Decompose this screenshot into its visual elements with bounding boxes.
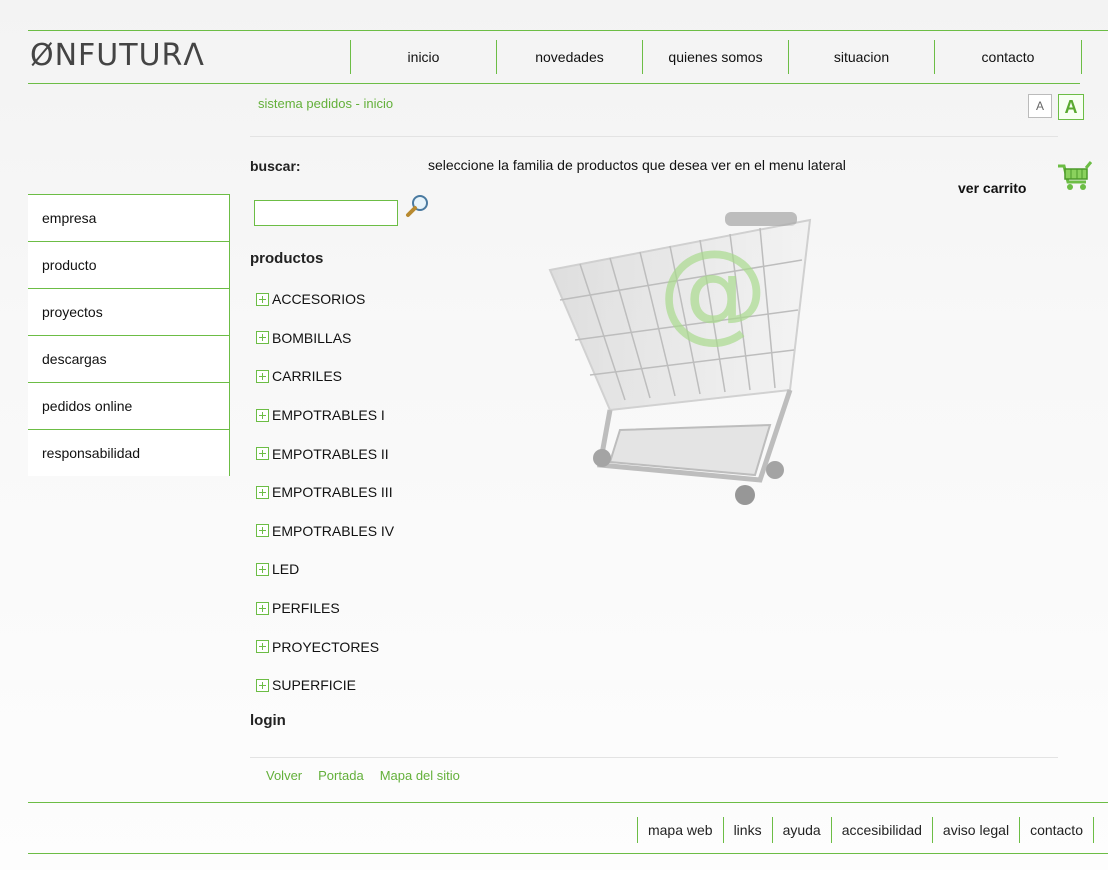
product-family-perfiles[interactable]: PERFILES: [256, 589, 394, 628]
expand-icon[interactable]: [256, 447, 269, 461]
search-input[interactable]: [254, 200, 398, 226]
product-family-empotrables-iv[interactable]: EMPOTRABLES IV: [256, 512, 394, 551]
product-family-label: PERFILES: [272, 600, 340, 617]
product-family-label: ACCESORIOS: [272, 291, 366, 308]
sidebar-item-descargas[interactable]: descargas: [28, 335, 230, 382]
decrease-font-button[interactable]: A: [1028, 94, 1052, 118]
sidebar-item-pedidos-online[interactable]: pedidos online: [28, 382, 230, 429]
footer-divider: [250, 757, 1058, 758]
content-divider: [250, 136, 1058, 137]
products-title: productos: [250, 250, 324, 267]
sitemap-link[interactable]: Mapa del sitio: [380, 768, 460, 783]
product-family-label: CARRILES: [272, 368, 343, 385]
product-family-superficie[interactable]: SUPERFICIE: [256, 666, 394, 705]
product-family-label: EMPOTRABLES IV: [272, 522, 395, 539]
bottom-divider-top: [28, 802, 1108, 803]
expand-icon[interactable]: [256, 331, 269, 345]
sidebar-item-proyectos[interactable]: proyectos: [28, 288, 230, 335]
bottom-divider-bottom: [28, 853, 1108, 854]
product-family-empotrables-i[interactable]: EMPOTRABLES I: [256, 396, 394, 435]
shopping-cart-icon[interactable]: [1056, 160, 1093, 192]
product-family-proyectores[interactable]: PROYECTORES: [256, 627, 394, 666]
footer-links: Volver Portada Mapa del sitio: [266, 768, 460, 783]
top-nav: inicio novedades quienes somos situacion…: [350, 40, 1082, 74]
nav-novedades[interactable]: novedades: [496, 40, 642, 74]
nav-contacto[interactable]: contacto: [934, 40, 1082, 74]
product-family-label: SUPERFICIE: [272, 677, 357, 694]
bottom-nav-links[interactable]: links: [722, 817, 772, 843]
instruction-text: seleccione la familia de productos que d…: [428, 157, 846, 173]
sidebar-item-producto[interactable]: producto: [28, 241, 230, 288]
nav-inicio[interactable]: inicio: [350, 40, 496, 74]
view-cart-link[interactable]: ver carrito: [958, 180, 1026, 196]
font-size-controls: A A: [1028, 94, 1084, 120]
bottom-nav: mapa web links ayuda accesibilidad aviso…: [636, 817, 1094, 843]
sidebar-item-responsabilidad[interactable]: responsabilidad: [28, 429, 230, 476]
expand-icon[interactable]: [256, 369, 269, 383]
expand-icon[interactable]: [256, 640, 269, 654]
product-family-empotrables-ii[interactable]: EMPOTRABLES II: [256, 434, 394, 473]
svg-text:@: @: [658, 226, 768, 354]
logo[interactable]: ØNFUTURΛ: [30, 38, 205, 73]
expand-icon[interactable]: [256, 601, 269, 615]
nav-quienes-somos[interactable]: quienes somos: [642, 40, 788, 74]
product-family-accesorios[interactable]: ACCESORIOS: [256, 280, 394, 319]
expand-icon[interactable]: [256, 678, 269, 692]
sidebar-item-empresa[interactable]: empresa: [28, 194, 230, 241]
product-family-label: BOMBILLAS: [272, 329, 352, 346]
product-family-label: PROYECTORES: [272, 638, 380, 655]
page: ØNFUTURΛ inicio novedades quienes somos …: [0, 0, 1108, 870]
product-family-led[interactable]: LED: [256, 550, 394, 589]
home-link[interactable]: Portada: [318, 768, 364, 783]
product-family-label: LED: [272, 561, 300, 578]
expand-icon[interactable]: [256, 524, 269, 538]
login-link[interactable]: login: [250, 712, 286, 729]
bottom-nav-contacto[interactable]: contacto: [1019, 817, 1094, 843]
product-family-bombillas[interactable]: BOMBILLAS: [256, 319, 394, 358]
product-family-carriles[interactable]: CARRILES: [256, 357, 394, 396]
product-family-list: ACCESORIOS BOMBILLAS CARRILES EMPOTRABLE…: [256, 280, 394, 705]
bottom-nav-mapa-web[interactable]: mapa web: [636, 817, 723, 843]
expand-icon[interactable]: [256, 485, 269, 499]
bottom-nav-ayuda[interactable]: ayuda: [771, 817, 831, 843]
header-divider: [28, 83, 1080, 84]
top-divider: [28, 30, 1108, 31]
back-link[interactable]: Volver: [266, 768, 302, 783]
product-family-empotrables-iii[interactable]: EMPOTRABLES III: [256, 473, 394, 512]
search-label: buscar:: [250, 158, 301, 174]
sidebar: empresa producto proyectos descargas ped…: [28, 194, 230, 476]
cart-illustration: @: [540, 200, 840, 530]
expand-icon[interactable]: [256, 408, 269, 422]
bottom-nav-aviso-legal[interactable]: aviso legal: [931, 817, 1019, 843]
increase-font-button[interactable]: A: [1058, 94, 1084, 120]
product-family-label: EMPOTRABLES III: [272, 484, 393, 501]
bottom-nav-accesibilidad[interactable]: accesibilidad: [830, 817, 932, 843]
search-icon[interactable]: [404, 192, 432, 220]
expand-icon[interactable]: [256, 292, 269, 306]
product-family-label: EMPOTRABLES I: [272, 407, 385, 424]
expand-icon[interactable]: [256, 562, 269, 576]
breadcrumb[interactable]: sistema pedidos - inicio: [258, 96, 393, 111]
product-family-label: EMPOTRABLES II: [272, 445, 389, 462]
nav-situacion[interactable]: situacion: [788, 40, 934, 74]
